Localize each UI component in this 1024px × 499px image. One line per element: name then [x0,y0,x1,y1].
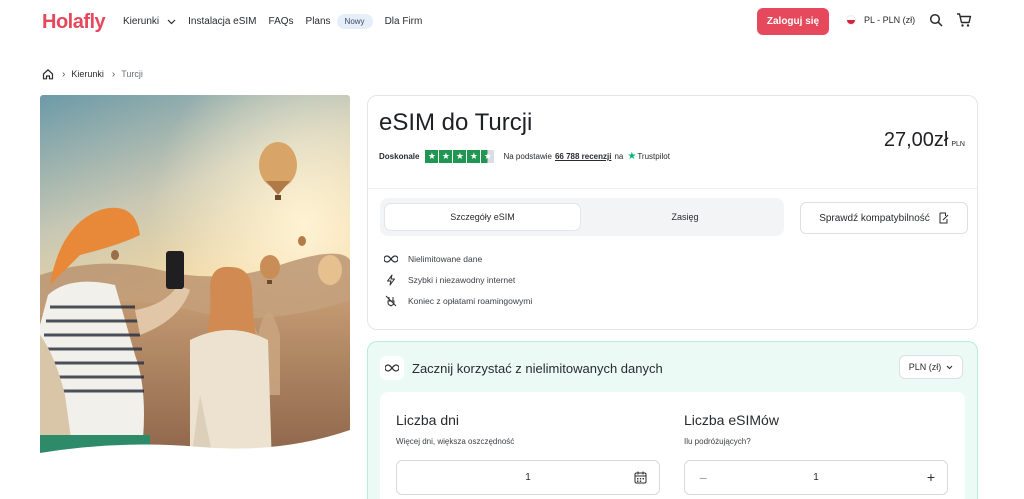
nav-business[interactable]: Dla Firm [385,16,423,27]
feature-fast-internet: Szybki i niezawodny internet [384,269,532,290]
nav-install[interactable]: Instalacja eSIM [188,16,256,27]
nav-plans[interactable]: Plans [306,16,331,27]
phone-check-icon [939,212,949,224]
star-icon: ★ [425,150,439,163]
plan-selector-card: Zacznij korzystać z nielimitowanych dany… [367,341,978,499]
site-header: Holafly Kierunki Instalacja eSIM FAQs Pl… [0,0,1024,44]
infinity-icon [380,356,404,380]
plan-title: Zacznij korzystać z nielimitowanych dany… [412,360,663,376]
esims-section: Liczba eSIMów Ilu podróżujących? [684,412,779,446]
product-tabs: Szczegóły eSIM Zasięg [380,198,784,236]
lightning-icon [384,273,398,287]
esims-stepper[interactable]: − 1 + [684,460,948,495]
login-button[interactable]: Zaloguj się [757,8,829,35]
breadcrumb-current: Turcji [121,69,143,79]
trustpilot-logo[interactable]: ★ Trustpilot [627,151,670,162]
product-card: eSIM do Turcji 27,00zł PLN Doskonale ★ ★… [367,95,978,330]
increment-button[interactable]: + [927,469,935,485]
star-icon: ★ [439,150,453,163]
feature-no-roaming: Koniec z opłatami roamingowymi [384,290,532,311]
no-roaming-icon [384,294,398,308]
product-title: eSIM do Turcji [379,109,533,136]
breadcrumb: › Kierunki › Turcji [42,68,143,80]
calendar-icon[interactable] [634,471,647,484]
breadcrumb-destinations[interactable]: Kierunki [71,69,104,79]
locale-selector[interactable]: PL - PLN (zł) [846,15,915,25]
plan-options-panel: Liczba dni Więcej dni, większa oszczędno… [380,392,965,499]
home-icon[interactable] [42,68,54,80]
poland-flag-icon [846,15,856,25]
main-nav: Kierunki Instalacja eSIM FAQs Plans Nowy… [123,14,434,29]
reviews-link[interactable]: 66 788 recenzji [555,152,611,161]
rating-stars: ★ ★ ★ ★ ★ [425,150,495,163]
tab-coverage[interactable]: Zasięg [590,204,780,230]
nav-faqs[interactable]: FAQs [269,16,294,27]
currency-select[interactable]: PLN (zł) [899,355,963,379]
decrement-button[interactable]: − [699,470,707,486]
holafly-logo[interactable]: Holafly [42,11,106,34]
days-input[interactable]: 1 [396,460,660,495]
hero-image [40,95,350,467]
breadcrumb-separator: › [62,68,66,80]
half-star-icon: ★ [481,150,495,163]
trustpilot-star-icon: ★ [627,151,637,162]
feature-list: Nielimitowane dane Szybki i niezawodny i… [384,248,532,311]
star-icon: ★ [467,150,481,163]
feature-unlimited-data: Nielimitowane dane [384,248,532,269]
chevron-down-icon [946,365,953,369]
cart-icon[interactable] [956,12,972,28]
search-icon[interactable] [929,13,943,27]
chevron-down-icon [167,19,176,24]
tab-esim-details[interactable]: Szczegóły eSIM [385,204,580,230]
divider [368,188,977,189]
nav-destinations[interactable]: Kierunki [123,16,176,27]
days-section: Liczba dni Więcej dni, większa oszczędno… [396,412,515,446]
product-price: 27,00zł PLN [883,129,965,151]
check-compatibility-button[interactable]: Sprawdź kompatybilność [800,202,968,234]
infinity-icon [384,252,398,266]
star-icon: ★ [453,150,467,163]
new-badge: Nowy [336,14,373,29]
breadcrumb-separator: › [111,68,116,80]
trustpilot-rating: Doskonale ★ ★ ★ ★ ★ Na podstawie 66 788 … [379,150,670,163]
plan-header: Zacznij korzystać z nielimitowanych dany… [380,356,663,380]
